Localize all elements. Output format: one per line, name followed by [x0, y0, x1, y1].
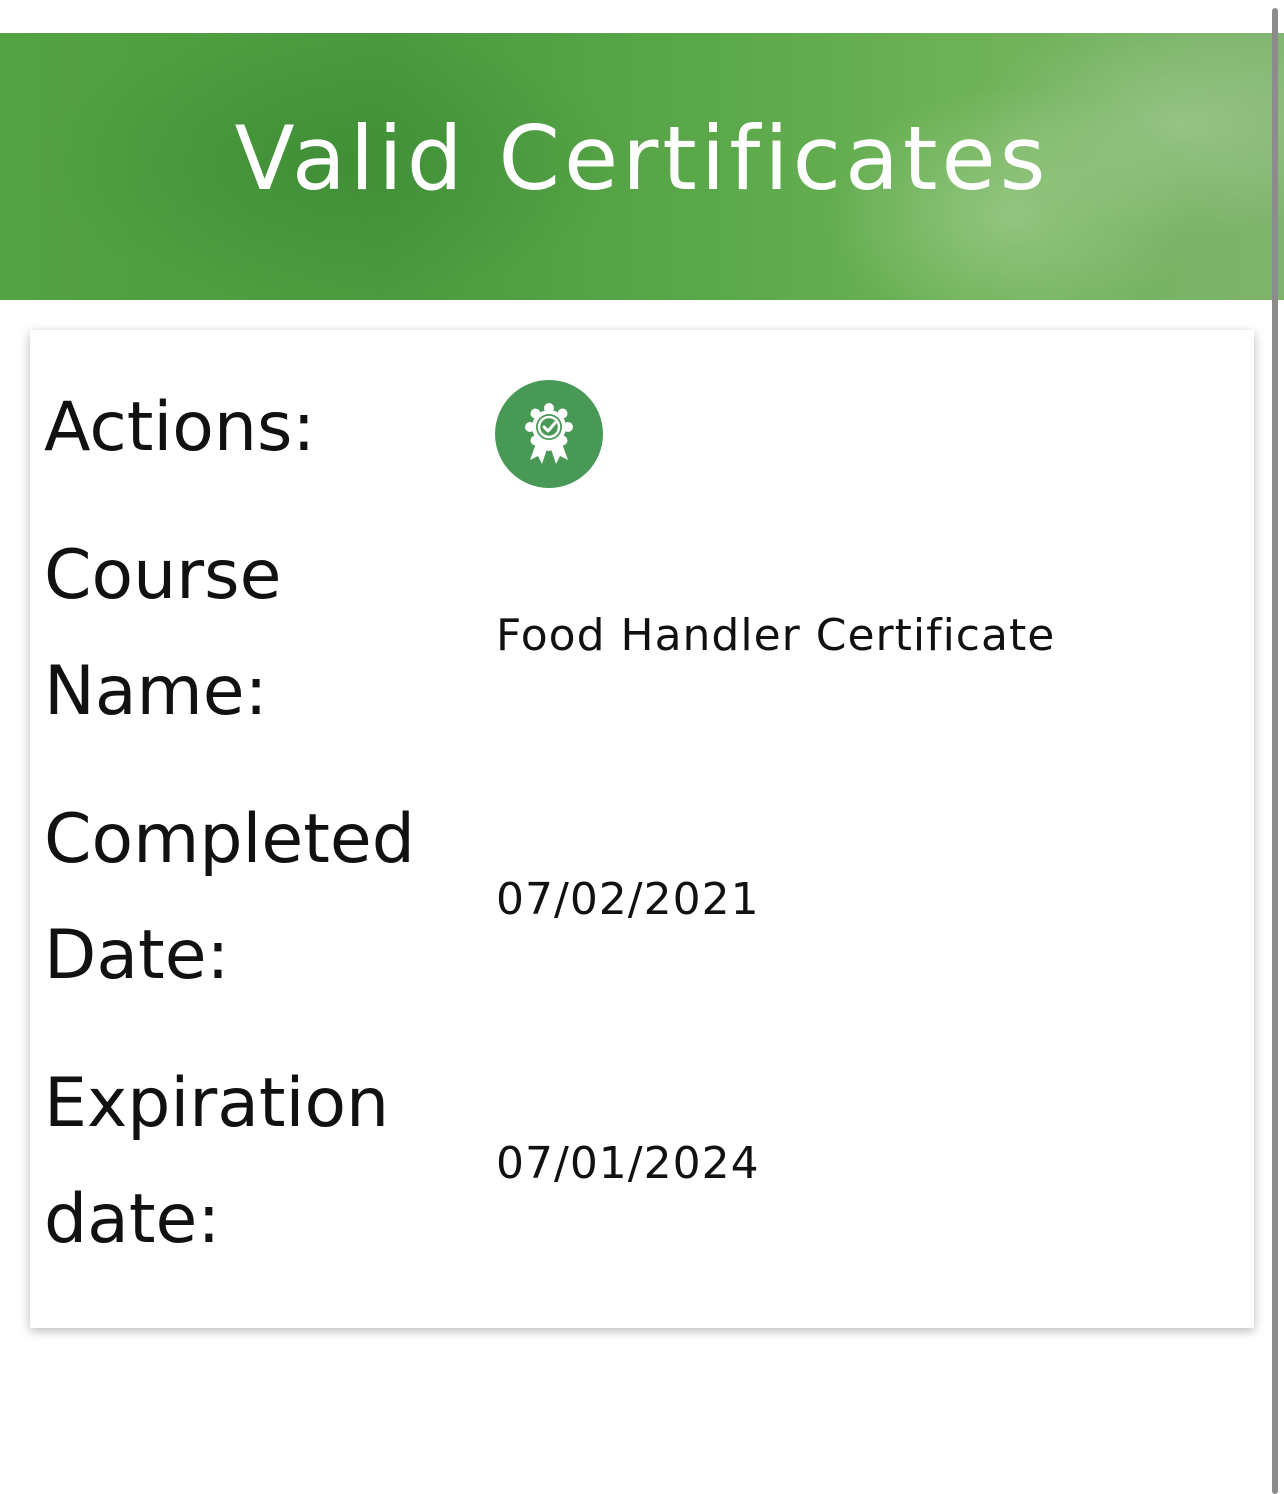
expiration-date-label-line1: Expiration [44, 1064, 390, 1143]
page-header: Valid Certificates [0, 33, 1284, 300]
completed-date-label: Completed Date: [44, 782, 474, 1014]
award-badge-icon [525, 403, 573, 464]
completed-date-label-line2: Date: [44, 916, 230, 995]
completed-date-label-line1: Completed [44, 800, 415, 879]
certificate-card: Actions: Course Name: Food Handler Certi… [30, 330, 1254, 1328]
page-title: Valid Certificates [234, 107, 1050, 210]
expiration-date-label-line2: date: [44, 1180, 221, 1259]
course-name-value: Food Handler Certificate [496, 610, 1056, 661]
expiration-date-value: 07/01/2024 [496, 1138, 760, 1189]
actions-label-text: Actions: [44, 388, 316, 467]
course-name-label-line2: Name: [44, 652, 268, 731]
vertical-scrollbar[interactable] [1272, 8, 1278, 1494]
course-name-label: Course Name: [44, 518, 474, 750]
expiration-date-label: Expiration date: [44, 1046, 474, 1278]
completed-date-value: 07/02/2021 [496, 874, 760, 925]
actions-label: Actions: [44, 370, 474, 486]
view-certificate-button[interactable] [495, 380, 603, 488]
page: Valid Certificates Actions: Course Name:… [0, 0, 1284, 1494]
course-name-label-line1: Course [44, 536, 282, 615]
